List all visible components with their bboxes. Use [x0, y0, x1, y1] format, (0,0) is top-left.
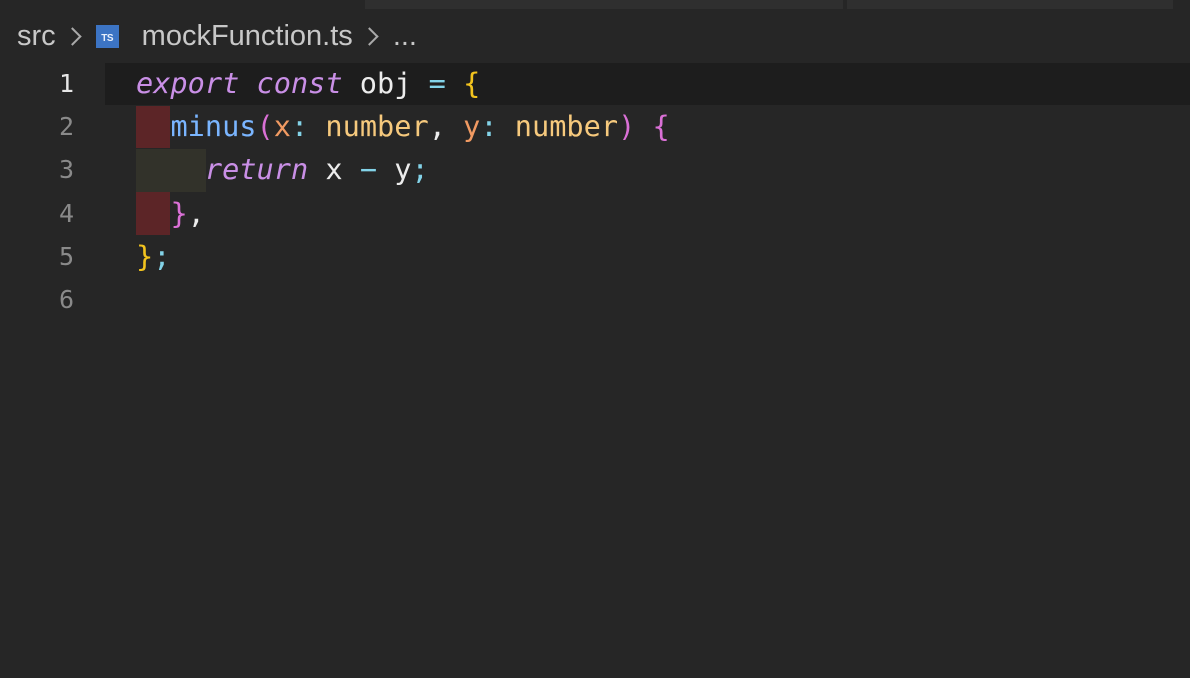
breadcrumb-file[interactable]: mockFunction.ts [142, 20, 353, 53]
line-number: 2 [58, 112, 74, 142]
line-number-gutter[interactable]: 1 2 3 4 5 6 [0, 62, 90, 321]
code-token: ; [411, 152, 429, 187]
code-token: { [652, 109, 670, 144]
code-line[interactable] [136, 278, 670, 321]
code-token: } [136, 238, 154, 273]
code-token: number [514, 109, 619, 144]
tab-bar-segment [847, 0, 1173, 9]
code-editor[interactable]: src TS mockFunction.ts ... 1 2 3 4 5 6 export… [0, 0, 1190, 678]
code-token: ( [256, 109, 274, 144]
line-number: 3 [58, 155, 74, 185]
code-token: const [256, 66, 343, 100]
code-token: , [187, 195, 205, 230]
line-number: 6 [58, 284, 74, 314]
code-token: obj [342, 66, 429, 100]
breadcrumb-folder[interactable]: src [17, 20, 56, 53]
code-token: x [308, 152, 360, 187]
code-token: x [273, 109, 291, 144]
chevron-right-icon [62, 26, 82, 46]
code-token: } [170, 195, 188, 230]
code-line[interactable]: }, [136, 192, 670, 235]
code-token: minus [170, 109, 257, 144]
code-token: : [290, 109, 326, 144]
code-token: export [136, 66, 240, 100]
typescript-file-icon: TS [95, 24, 119, 48]
code-token: = [428, 66, 446, 100]
code-token: y [463, 109, 481, 144]
code-line[interactable]: }; [136, 235, 670, 278]
code-text-area[interactable]: export const obj = { minus(x: number, y:… [136, 62, 670, 321]
breadcrumb: src TS mockFunction.ts ... [17, 16, 417, 56]
code-token: , [428, 109, 464, 144]
code-line[interactable]: export const obj = { [136, 62, 670, 105]
code-token: number [325, 109, 429, 144]
code-token: y [377, 152, 412, 187]
line-number: 4 [58, 198, 74, 228]
code-token: return [204, 152, 309, 187]
breadcrumb-symbols[interactable]: ... [393, 20, 417, 53]
tab-bar-segment [365, 0, 843, 9]
code-token: − [359, 152, 378, 187]
code-token: { [463, 66, 481, 100]
code-token: ; [153, 238, 171, 273]
code-line[interactable]: return x − y; [136, 148, 670, 191]
code-line[interactable]: minus(x: number, y: number) { [136, 105, 670, 148]
line-number: 1 [58, 69, 74, 98]
line-number: 5 [58, 241, 74, 271]
chevron-right-icon [360, 26, 379, 46]
code-token: : [480, 109, 515, 144]
code-token: ) [618, 109, 636, 144]
